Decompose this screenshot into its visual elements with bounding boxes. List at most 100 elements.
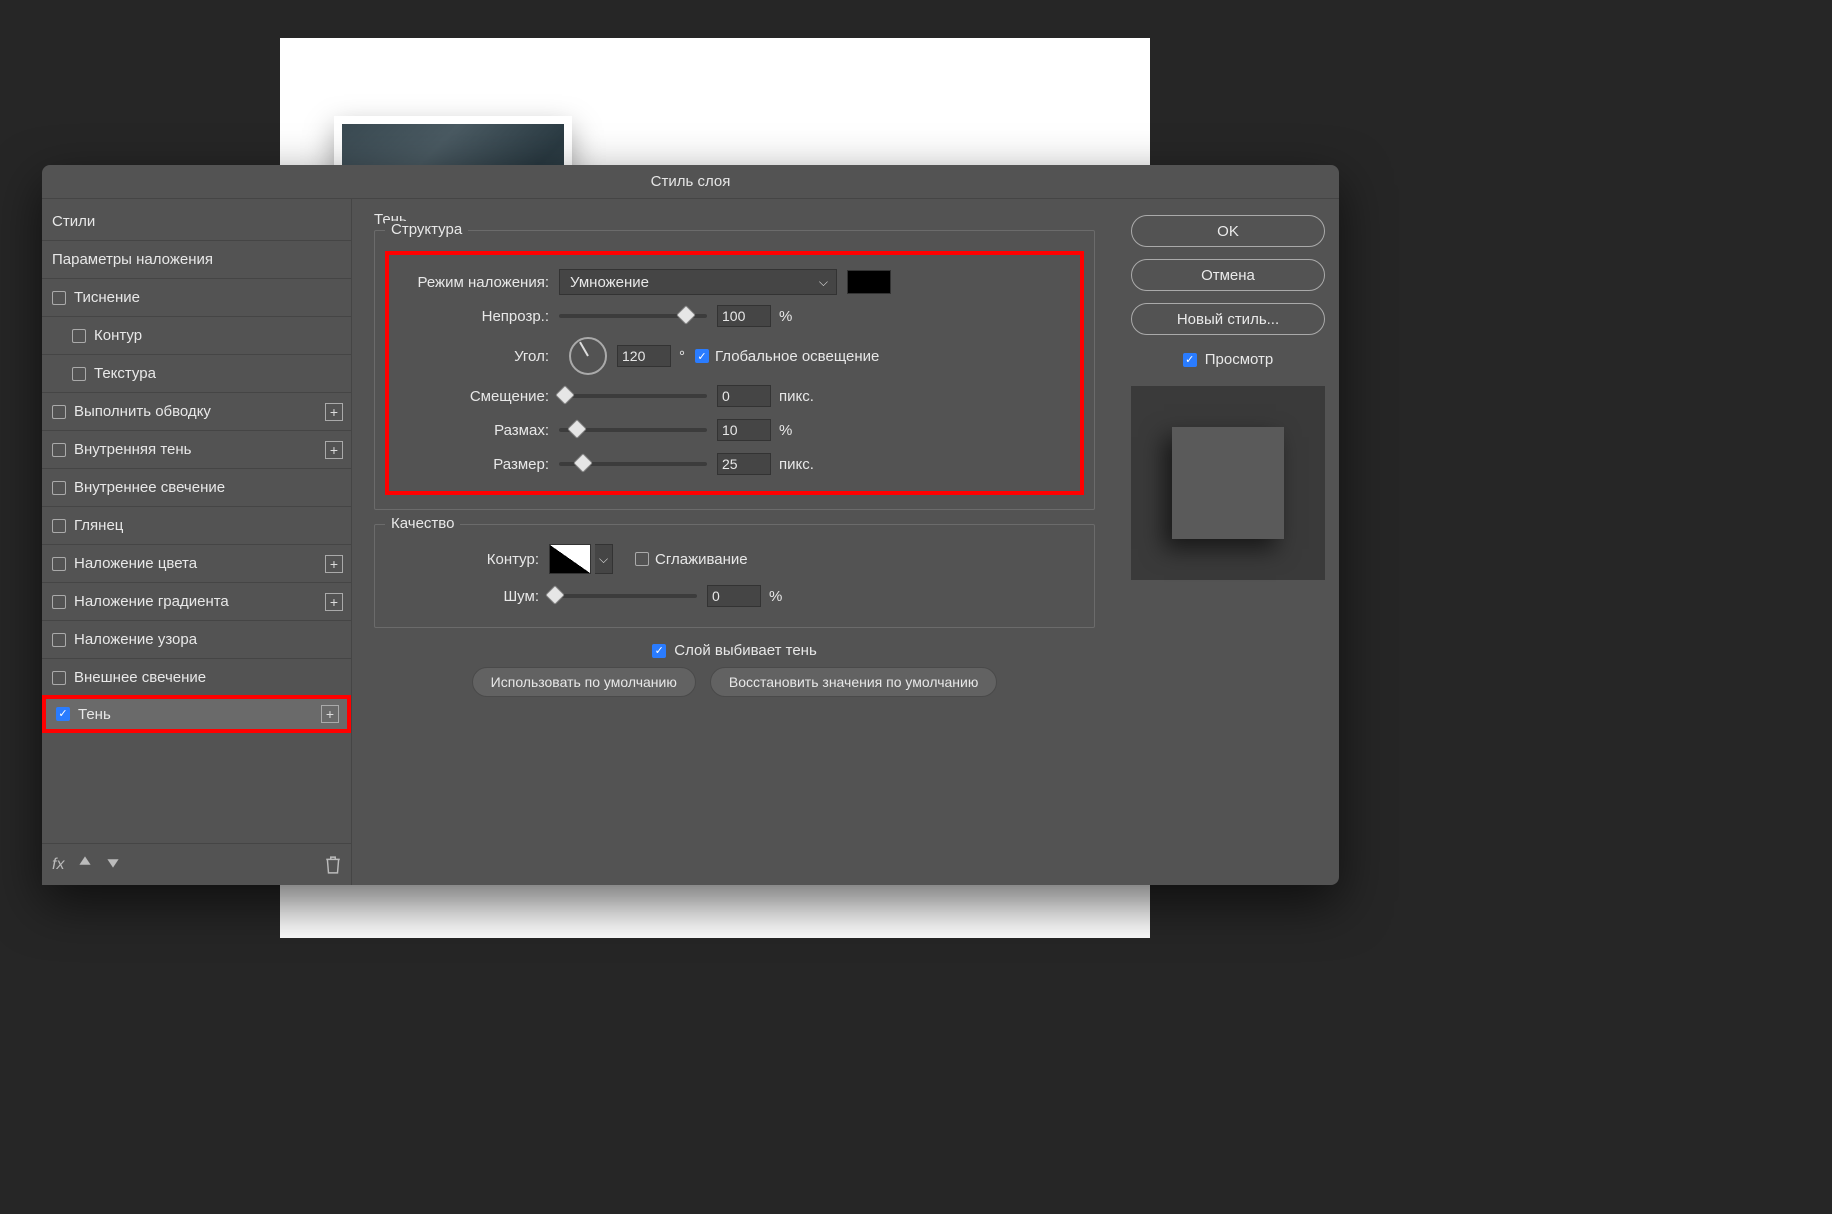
sidebar-item-inner-glow[interactable]: Внутреннее свечение <box>42 469 351 507</box>
global-light-checkbox[interactable] <box>695 349 709 363</box>
unit: пикс. <box>779 388 814 405</box>
blend-mode-select[interactable]: Умножение ⌵ <box>559 269 837 295</box>
sidebar-item-inner-shadow[interactable]: Внутренняя тень + <box>42 431 351 469</box>
spread-input[interactable] <box>717 419 771 441</box>
arrow-up-icon[interactable] <box>78 855 92 874</box>
checkbox[interactable] <box>52 595 66 609</box>
checkbox[interactable] <box>52 519 66 533</box>
label: Текстура <box>94 365 156 382</box>
checkbox[interactable] <box>52 633 66 647</box>
noise-input[interactable] <box>707 585 761 607</box>
label: Глянец <box>74 517 123 534</box>
reset-default-button[interactable]: Восстановить значения по умолчанию <box>710 667 997 697</box>
label: Выполнить обводку <box>74 403 211 420</box>
knockout-label: Слой выбивает тень <box>674 642 817 659</box>
shadow-color-swatch[interactable] <box>847 270 891 294</box>
checkbox[interactable] <box>56 707 70 721</box>
checkbox[interactable] <box>52 443 66 457</box>
knockout-checkbox[interactable] <box>652 644 666 658</box>
unit: % <box>779 308 792 325</box>
label: Внешнее свечение <box>74 669 206 686</box>
angle-dial[interactable] <box>569 337 607 375</box>
global-light-label: Глобальное освещение <box>715 348 879 365</box>
label: Наложение градиента <box>74 593 229 610</box>
noise-label: Шум: <box>389 588 549 605</box>
opacity-slider[interactable] <box>559 314 707 318</box>
styles-sidebar: Стили Параметры наложения Тиснение Конту… <box>42 199 352 885</box>
size-slider[interactable] <box>559 462 707 466</box>
unit: ° <box>679 348 685 365</box>
preview-thumbnail <box>1172 427 1284 539</box>
make-default-button[interactable]: Использовать по умолчанию <box>472 667 696 697</box>
highlight-box: Режим наложения: Умножение ⌵ Непрозр.: % <box>385 251 1084 495</box>
distance-input[interactable] <box>717 385 771 407</box>
checkbox[interactable] <box>52 671 66 685</box>
checkbox[interactable] <box>52 405 66 419</box>
structure-fieldset: Структура Режим наложения: Умножение ⌵ Н… <box>374 230 1095 510</box>
ok-button[interactable]: OK <box>1131 215 1325 247</box>
sidebar-item-bevel[interactable]: Тиснение <box>42 279 351 317</box>
new-style-button[interactable]: Новый стиль... <box>1131 303 1325 335</box>
label: Внутренняя тень <box>74 441 191 458</box>
size-input[interactable] <box>717 453 771 475</box>
unit: % <box>769 588 782 605</box>
sidebar-item-gradient-overlay[interactable]: Наложение градиента + <box>42 583 351 621</box>
distance-slider[interactable] <box>559 394 707 398</box>
spread-slider[interactable] <box>559 428 707 432</box>
panel-title: Тень <box>374 211 1095 228</box>
checkbox[interactable] <box>52 557 66 571</box>
antialias-checkbox[interactable] <box>635 552 649 566</box>
unit: % <box>779 422 792 439</box>
add-icon[interactable]: + <box>321 705 339 723</box>
label: Параметры наложения <box>52 251 213 268</box>
sidebar-item-color-overlay[interactable]: Наложение цвета+ <box>42 545 351 583</box>
sidebar-item-texture[interactable]: Текстура <box>42 355 351 393</box>
noise-slider[interactable] <box>549 594 697 598</box>
blend-mode-label: Режим наложения: <box>399 274 559 291</box>
unit: пикс. <box>779 456 814 473</box>
label: Наложение узора <box>74 631 197 648</box>
cancel-button[interactable]: Отмена <box>1131 259 1325 291</box>
add-icon[interactable]: + <box>325 441 343 459</box>
settings-panel: Тень Структура Режим наложения: Умножени… <box>352 199 1117 885</box>
quality-fieldset: Качество Контур: ⌵ Сглаживание Шум: % <box>374 524 1095 628</box>
sidebar-blending-options[interactable]: Параметры наложения <box>42 241 351 279</box>
sidebar-styles[interactable]: Стили <box>42 203 351 241</box>
label: Стили <box>52 213 95 230</box>
chevron-down-icon: ⌵ <box>819 275 828 290</box>
checkbox[interactable] <box>72 329 86 343</box>
add-icon[interactable]: + <box>325 555 343 573</box>
preview-box <box>1131 386 1325 580</box>
right-panel: OK Отмена Новый стиль... Просмотр <box>1117 199 1339 885</box>
add-icon[interactable]: + <box>325 403 343 421</box>
sidebar-item-pattern-overlay[interactable]: Наложение узора <box>42 621 351 659</box>
trash-icon[interactable] <box>325 856 341 874</box>
arrow-down-icon[interactable] <box>106 855 120 874</box>
value: Умножение <box>570 274 649 291</box>
preview-label: Просмотр <box>1205 351 1274 368</box>
sidebar-footer: fx <box>42 843 351 885</box>
label: Контур <box>94 327 142 344</box>
sidebar-item-contour[interactable]: Контур <box>42 317 351 355</box>
contour-dropdown[interactable]: ⌵ <box>595 544 613 574</box>
angle-label: Угол: <box>399 348 559 365</box>
checkbox[interactable] <box>52 291 66 305</box>
spread-label: Размах: <box>399 422 559 439</box>
layer-style-dialog: Стиль слоя Стили Параметры наложения Тис… <box>42 165 1339 885</box>
sidebar-item-drop-shadow[interactable]: Тень+ <box>42 695 351 733</box>
checkbox[interactable] <box>72 367 86 381</box>
legend: Структура <box>385 221 468 238</box>
opacity-input[interactable] <box>717 305 771 327</box>
antialias-label: Сглаживание <box>655 551 748 568</box>
add-icon[interactable]: + <box>325 593 343 611</box>
contour-swatch[interactable] <box>549 544 591 574</box>
sidebar-item-outer-glow[interactable]: Внешнее свечение <box>42 659 351 697</box>
size-label: Размер: <box>399 456 559 473</box>
fx-menu[interactable]: fx <box>52 856 64 874</box>
sidebar-item-satin[interactable]: Глянец <box>42 507 351 545</box>
checkbox[interactable] <box>52 481 66 495</box>
legend: Качество <box>385 515 460 532</box>
angle-input[interactable] <box>617 345 671 367</box>
sidebar-item-stroke[interactable]: Выполнить обводку + <box>42 393 351 431</box>
preview-checkbox[interactable] <box>1183 353 1197 367</box>
